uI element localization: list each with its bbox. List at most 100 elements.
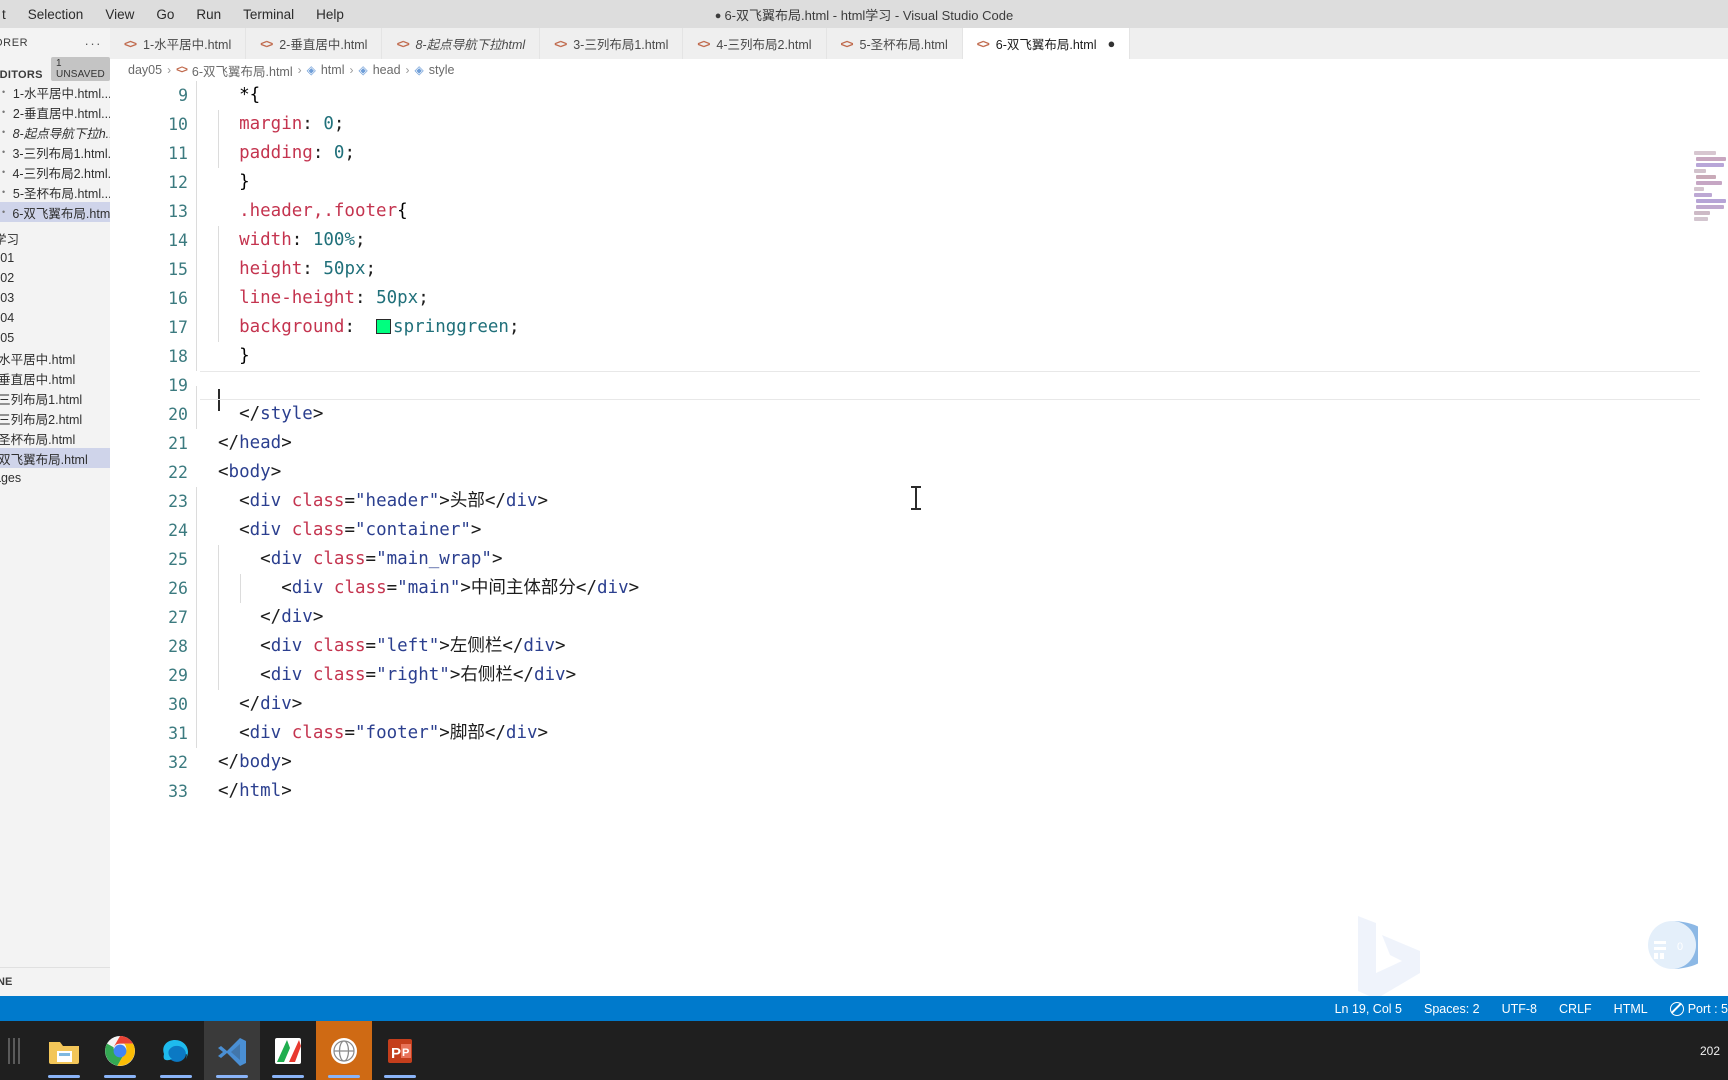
editor-tab-bar[interactable]: <> 1-水平居中.html <> 2-垂直居中.html <> 8-起点导航下… [110,28,1728,60]
browser-icon[interactable] [316,1021,372,1080]
menu-help[interactable]: Help [316,7,344,22]
explorer-sidebar[interactable]: ORER ··· N EDITORS 1 UNSAVED • 1-水平居中.ht… [0,28,111,996]
open-editor-item[interactable]: • 3-三列布局1.html... [0,142,110,162]
code-row[interactable]: 18 } [110,342,1728,371]
code-row[interactable]: 15 height: 50px; [110,255,1728,284]
open-editors-section-header[interactable]: N EDITORS 1 UNSAVED [0,57,110,81]
code-row[interactable]: 17 background: springgreen; [110,313,1728,342]
breadcrumb-symbol-style[interactable]: style [429,63,455,77]
open-editor-item-selected[interactable]: • 6-双飞翼布局.htm... [0,202,110,222]
code-row[interactable]: 29 <div class="right">右侧栏</div> [110,661,1728,690]
tree-item[interactable]: ages [0,468,110,488]
pdf-reader-icon[interactable] [260,1021,316,1080]
tab-4[interactable]: <> 3-三列布局1.html [540,28,684,59]
code-row[interactable]: 20 </style> [110,400,1728,429]
tab-modified-icon[interactable]: ● [1107,36,1115,51]
tree-item[interactable]: -水平居中.html [0,348,110,368]
taskbar-running-indicator [384,1075,416,1078]
windows-taskbar[interactable]: P P 202 [0,1021,1728,1080]
code-row[interactable]: 11 padding: 0; [110,139,1728,168]
open-editor-item[interactable]: • 1-水平居中.html... [0,82,110,102]
file-explorer-icon[interactable] [36,1021,92,1080]
open-editor-item[interactable]: • 2-垂直居中.html... [0,102,110,122]
breadcrumb-file[interactable]: 6-双飞翼布局.html [192,61,293,80]
status-encoding[interactable]: UTF-8 [1502,1002,1537,1016]
taskbar-grip-icon[interactable] [8,1037,22,1064]
code-editor[interactable]: 9 *{ 10 margin: 0; 11 padding: 0; 12 } 1… [110,81,1728,996]
code-row[interactable]: 9 *{ [110,81,1728,110]
menu-run[interactable]: Run [196,7,221,22]
taskbar-running-indicator [272,1075,304,1078]
taskbar-clock[interactable]: 202 [1700,1021,1720,1080]
open-editor-item[interactable]: • 8-起点导航下拉h... [0,122,110,142]
code-row[interactable]: 30 </div> [110,690,1728,719]
code-row[interactable]: 25 <div class="main_wrap"> [110,545,1728,574]
menu-go[interactable]: Go [156,7,174,22]
code-row[interactable]: 24 <div class="container"> [110,516,1728,545]
dirty-dot-icon: • [2,207,6,217]
menu-view[interactable]: View [105,7,134,22]
code-row[interactable]: 16 line-height: 50px; [110,284,1728,313]
vscode-icon[interactable] [204,1021,260,1080]
editor-minimap[interactable] [1692,151,1728,271]
tree-item[interactable]: -圣杯布局.html [0,428,110,448]
tree-item[interactable]: y03 [0,288,110,308]
breadcrumb[interactable]: day05 › <> 6-双飞翼布局.html › ◈ html › ◈ hea… [110,59,1728,81]
code-row[interactable]: 14 width: 100%; [110,226,1728,255]
breadcrumb-symbol-html[interactable]: html [321,63,345,77]
code-row-current[interactable]: 19 [110,371,1728,415]
line-number: 20 [168,405,188,424]
tree-item[interactable]: -三列布局1.html [0,388,110,408]
code-row[interactable]: 12 } [110,168,1728,197]
tree-item[interactable]: 学习 [0,228,110,248]
tab-3[interactable]: <> 8-起点导航下拉html [382,28,541,59]
status-indentation[interactable]: Spaces: 2 [1424,1002,1480,1016]
code-row[interactable]: 21 </head> [110,429,1728,458]
globe-watermark-icon: 0 [1646,919,1698,971]
tree-item-selected[interactable]: -双飞翼布局.html [0,448,110,468]
tree-item[interactable]: -三列布局2.html [0,408,110,428]
html-file-icon: <> [396,36,409,51]
code-row[interactable]: 28 <div class="left">左侧栏</div> [110,632,1728,661]
code-row[interactable]: 26 <div class="main">中间主体部分</div> [110,574,1728,603]
tab-6[interactable]: <> 5-圣杯布局.html [826,28,963,59]
status-port[interactable]: Port : 5 [1669,1001,1728,1016]
status-eol[interactable]: CRLF [1559,1002,1592,1016]
status-cursor-position[interactable]: Ln 19, Col 5 [1335,1002,1402,1016]
status-language-mode[interactable]: HTML [1614,1002,1648,1016]
code-row[interactable]: 27 </div> [110,603,1728,632]
tree-item[interactable]: y02 [0,268,110,288]
powerpoint-icon[interactable]: P P [372,1021,428,1080]
code-row[interactable]: 33 </html> [110,777,1728,806]
outline-section-header[interactable]: INE [0,967,110,996]
menu-edit-clipped[interactable]: t [2,7,6,22]
code-row[interactable]: 32 </body> [110,748,1728,777]
tab-2[interactable]: <> 2-垂直居中.html [246,28,383,59]
tree-item[interactable]: y01 [0,248,110,268]
open-editor-item[interactable]: • 4-三列布局2.html... [0,162,110,182]
open-editor-label: 5-圣杯布局.html... [12,186,110,201]
color-swatch-icon[interactable] [376,319,392,334]
more-actions-icon[interactable]: ··· [85,36,103,51]
folder-tree[interactable]: 学习 y01 y02 y03 y04 y05 -水平居中.html -垂直居中.… [0,222,110,488]
chrome-icon[interactable] [92,1021,148,1080]
menu-terminal[interactable]: Terminal [243,7,294,22]
code-row[interactable]: 31 <div class="footer">脚部</div> [110,719,1728,748]
tab-1[interactable]: <> 1-水平居中.html [110,28,247,59]
breadcrumb-symbol-head[interactable]: head [373,63,401,77]
tree-item[interactable]: y04 [0,308,110,328]
taskbar-icons[interactable]: P P [36,1021,428,1080]
tab-7-active[interactable]: <> 6-双飞翼布局.html ● [962,28,1131,59]
internet-explorer-icon[interactable] [148,1021,204,1080]
code-row[interactable]: 13 .header,.footer{ [110,197,1728,226]
tree-item[interactable]: y05 [0,328,110,348]
tree-item[interactable]: -垂直居中.html [0,368,110,388]
open-editors-list[interactable]: • 1-水平居中.html... • 2-垂直居中.html... • 8-起点… [0,80,110,222]
code-row[interactable]: 23 <div class="header">头部</div> [110,487,1728,516]
code-row[interactable]: 22 <body> [110,458,1728,487]
menu-selection[interactable]: Selection [28,7,84,22]
breadcrumb-folder[interactable]: day05 [128,63,162,77]
open-editor-item[interactable]: • 5-圣杯布局.html... [0,182,110,202]
tab-5[interactable]: <> 4-三列布局2.html [683,28,827,59]
code-row[interactable]: 10 margin: 0; [110,110,1728,139]
